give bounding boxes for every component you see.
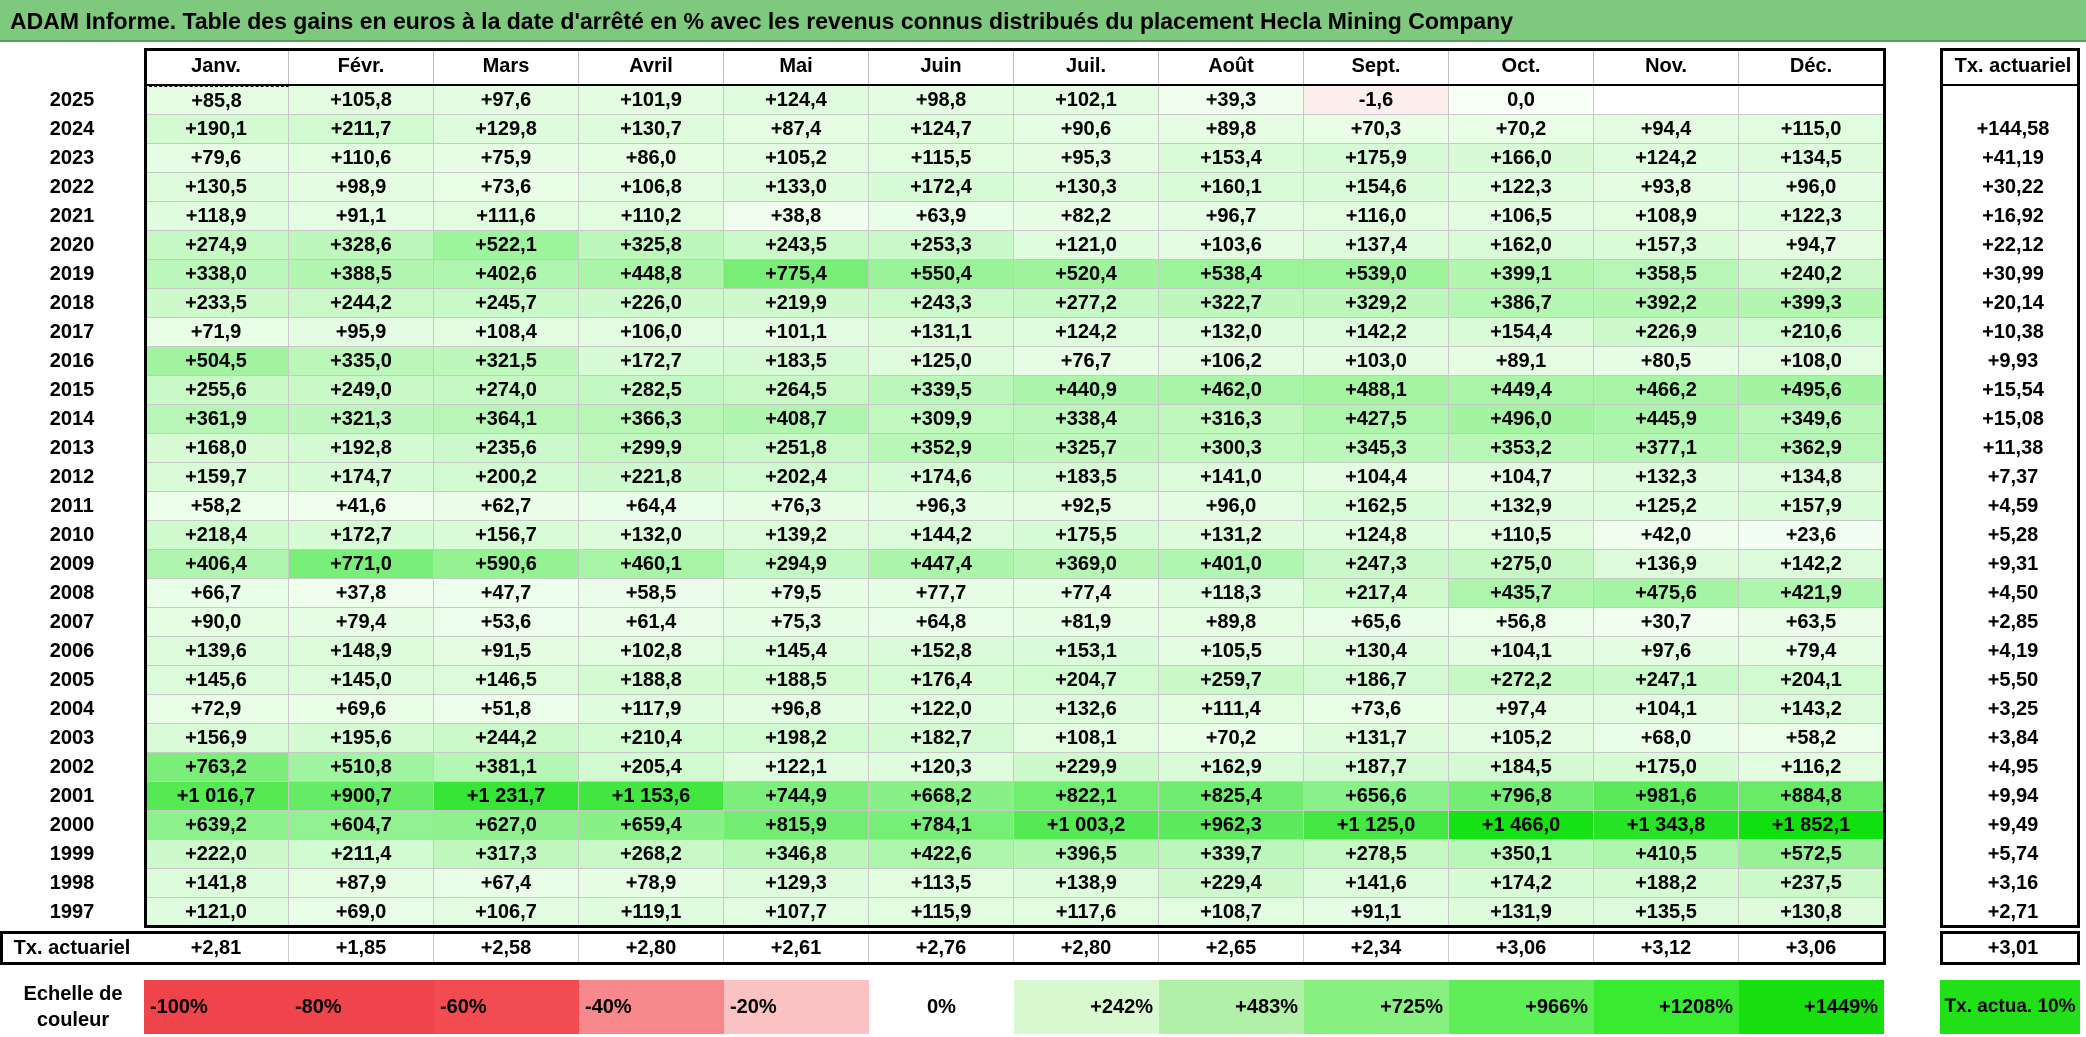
year-label: 2012 <box>49 466 95 488</box>
header-divider <box>144 84 1884 86</box>
year-label: 2006 <box>49 640 95 662</box>
months-frame <box>144 48 1886 928</box>
scale-swatch: +725% <box>1304 980 1449 1034</box>
year-label: 2019 <box>49 263 95 285</box>
year-label: 2025 <box>49 89 95 111</box>
scale-swatch: +242% <box>1014 980 1159 1034</box>
year-label: 2011 <box>50 495 94 517</box>
year-label: 2017 <box>49 321 95 343</box>
year-label: 2009 <box>49 553 95 575</box>
scale-swatch: +483% <box>1159 980 1304 1034</box>
year-label: 2023 <box>49 147 95 169</box>
scale-label: Echelle de couleur <box>23 983 123 1031</box>
year-label: 2013 <box>49 437 95 459</box>
year-label: 1997 <box>49 901 95 923</box>
footer-frame <box>0 931 1886 965</box>
scale-swatch: -20% <box>724 980 869 1034</box>
scale-swatch: +1208% <box>1594 980 1739 1034</box>
year-label: 2022 <box>49 176 95 198</box>
year-label: 1999 <box>49 843 95 865</box>
tx-frame <box>1940 48 2080 928</box>
report-title: ADAM Informe. Table des gains en euros à… <box>0 0 2086 42</box>
scale-swatch: 0% <box>869 980 1014 1034</box>
year-label: 2021 <box>49 205 95 227</box>
scale-swatch: +966% <box>1449 980 1594 1034</box>
year-label: 2005 <box>49 669 95 691</box>
year-label: 2003 <box>49 727 95 749</box>
scale-swatch: -100% <box>144 980 289 1034</box>
year-label: 2018 <box>49 292 95 314</box>
year-label: 1998 <box>49 872 95 894</box>
year-label: 2010 <box>49 524 95 546</box>
year-label: 2015 <box>49 379 95 401</box>
scale-swatch: -40% <box>579 980 724 1034</box>
scale-swatch: -60% <box>434 980 579 1034</box>
year-label: 2008 <box>49 582 95 604</box>
year-label: 2000 <box>49 814 95 836</box>
footer-tx-frame <box>1940 931 2080 965</box>
year-label: 2007 <box>49 611 95 633</box>
scale-swatch: -80% <box>289 980 434 1034</box>
year-label: 2014 <box>49 408 95 430</box>
year-label: 2024 <box>49 118 95 140</box>
scale-tx-swatch: Tx. actua. 10% <box>1940 980 2080 1034</box>
tx-header-divider <box>1940 84 2080 86</box>
year-label: 2020 <box>49 234 95 256</box>
year-label: 2016 <box>49 350 95 372</box>
report-root: ADAM Informe. Table des gains en euros à… <box>0 0 2086 1037</box>
year-label: 2002 <box>49 756 95 778</box>
scale-swatch: +1449% <box>1739 980 1884 1034</box>
year-label: 2004 <box>49 698 95 720</box>
year-label: 2001 <box>49 785 95 807</box>
